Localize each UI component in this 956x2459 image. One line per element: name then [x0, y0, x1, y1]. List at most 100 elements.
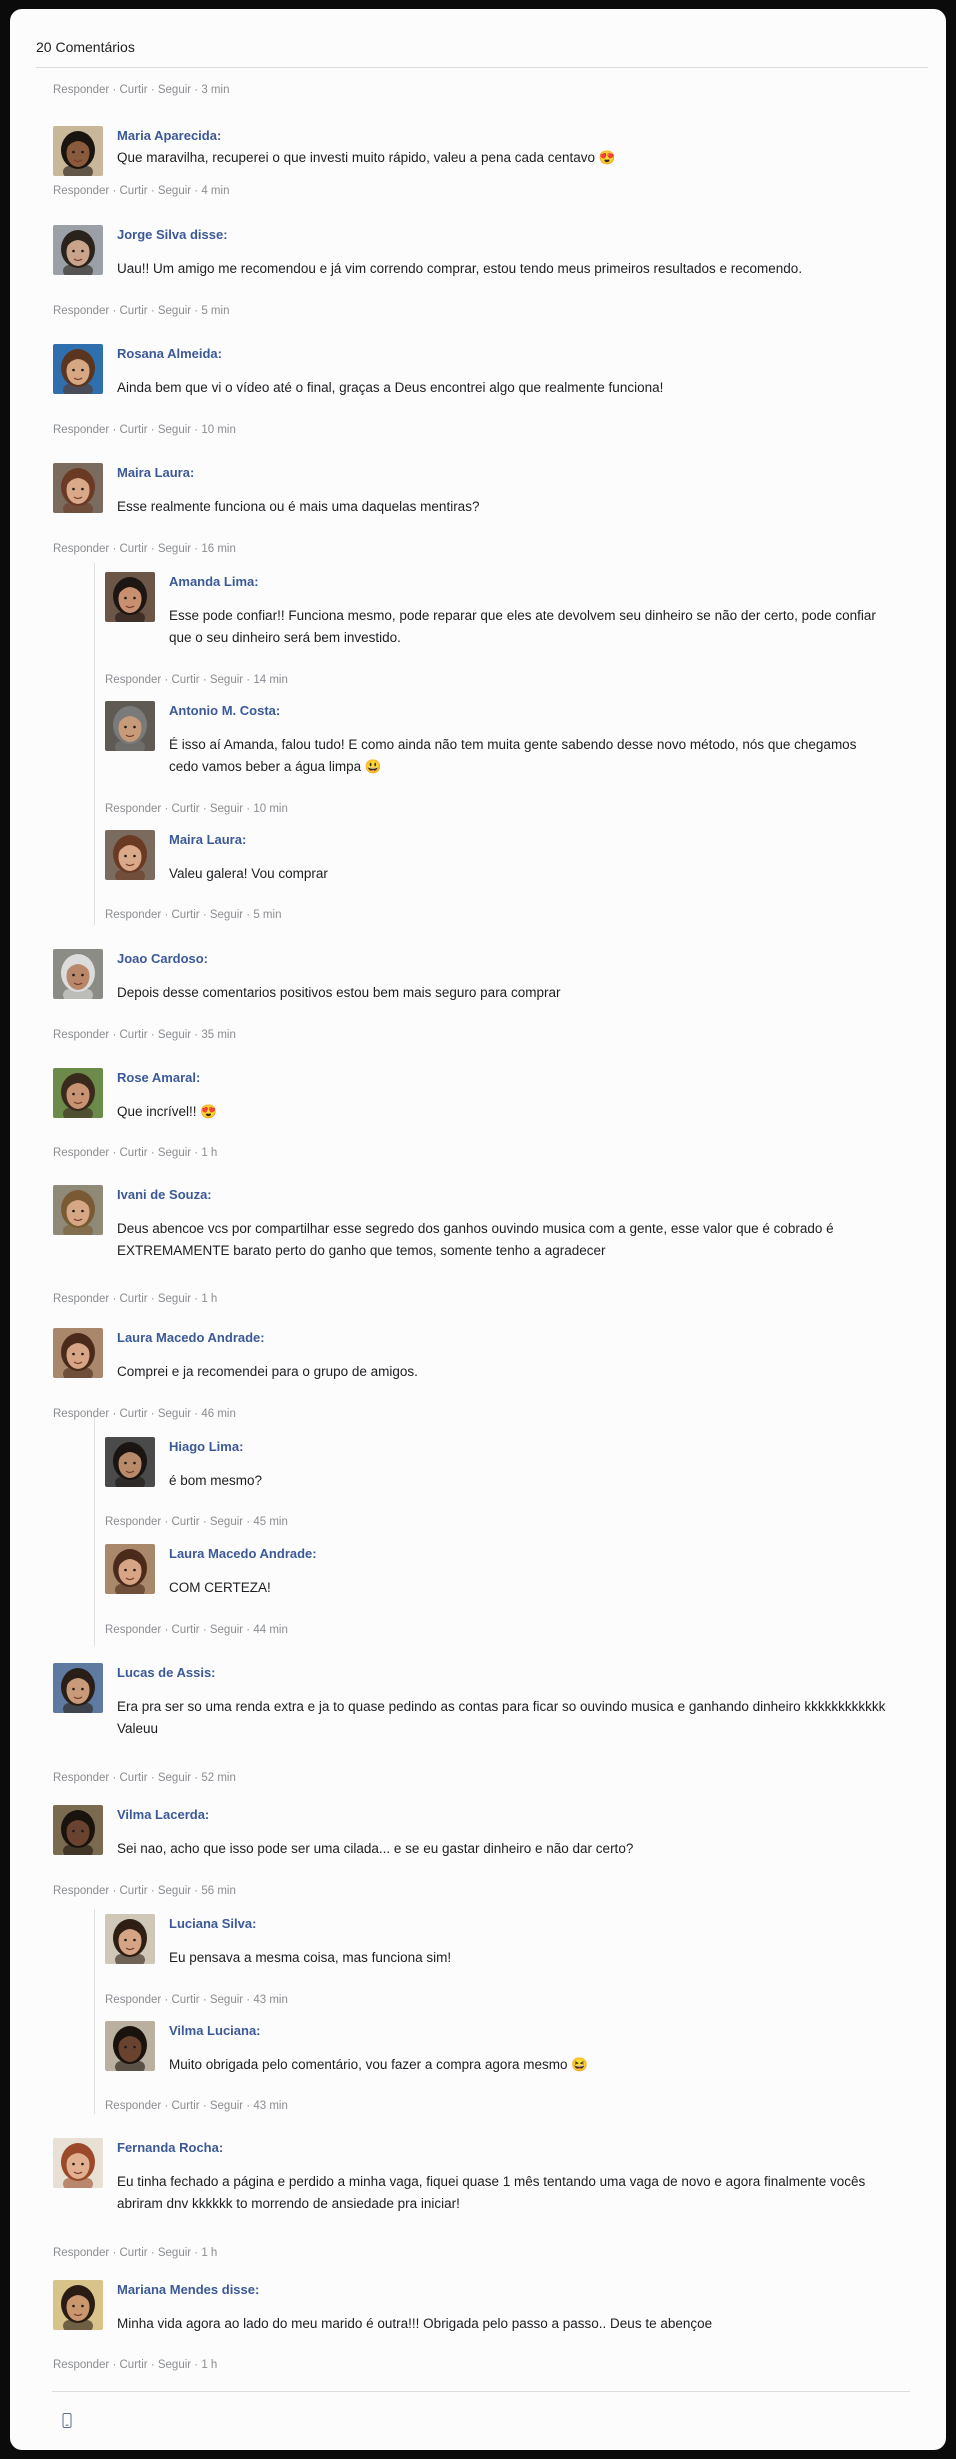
follow-link[interactable]: Seguir: [158, 2247, 191, 2259]
comment-author[interactable]: Laura Macedo Andrade:: [169, 1545, 317, 1563]
comment-author[interactable]: Luciana Silva:: [169, 1915, 256, 1933]
reply-link[interactable]: Responder: [105, 1516, 161, 1528]
comment-author[interactable]: Maria Aparecida:: [117, 127, 221, 145]
reply-link[interactable]: Responder: [105, 1994, 161, 2006]
reply-link[interactable]: Responder: [53, 1408, 109, 1420]
comment-author[interactable]: Laura Macedo Andrade:: [117, 1329, 265, 1347]
avatar[interactable]: [53, 1068, 103, 1118]
avatar[interactable]: [53, 949, 103, 999]
reply-link[interactable]: Responder: [53, 84, 109, 96]
like-link[interactable]: Curtir: [120, 543, 148, 555]
reply-link[interactable]: Responder: [105, 2100, 161, 2112]
reply-link[interactable]: Responder: [53, 1772, 109, 1784]
reply-link[interactable]: Responder: [53, 185, 109, 197]
phone-icon[interactable]: [62, 2413, 72, 2428]
reply-link[interactable]: Responder: [53, 424, 109, 436]
follow-link[interactable]: Seguir: [210, 909, 243, 921]
like-link[interactable]: Curtir: [172, 674, 200, 686]
comment-author[interactable]: Maira Laura:: [117, 464, 194, 482]
avatar[interactable]: [105, 2021, 155, 2071]
like-link[interactable]: Curtir: [172, 1624, 200, 1636]
like-link[interactable]: Curtir: [120, 305, 148, 317]
avatar[interactable]: [105, 1914, 155, 1964]
follow-link[interactable]: Seguir: [158, 424, 191, 436]
follow-link[interactable]: Seguir: [210, 1994, 243, 2006]
like-link[interactable]: Curtir: [120, 1029, 148, 1041]
comment-author[interactable]: Jorge Silva disse:: [117, 226, 228, 244]
reply-link[interactable]: Responder: [53, 1147, 109, 1159]
reply-link[interactable]: Responder: [53, 305, 109, 317]
comment-author[interactable]: Antonio M. Costa:: [169, 702, 280, 720]
like-link[interactable]: Curtir: [120, 185, 148, 197]
like-link[interactable]: Curtir: [120, 424, 148, 436]
follow-link[interactable]: Seguir: [210, 1624, 243, 1636]
reply-link[interactable]: Responder: [105, 674, 161, 686]
comment-author[interactable]: Ivani de Souza:: [117, 1186, 212, 1204]
avatar[interactable]: [53, 1328, 103, 1378]
follow-link[interactable]: Seguir: [158, 1408, 191, 1420]
follow-link[interactable]: Seguir: [158, 1293, 191, 1305]
like-link[interactable]: Curtir: [120, 1293, 148, 1305]
avatar[interactable]: [53, 344, 103, 394]
follow-link[interactable]: Seguir: [158, 1147, 191, 1159]
follow-link[interactable]: Seguir: [158, 305, 191, 317]
comment-author[interactable]: Vilma Luciana:: [169, 2022, 261, 2040]
like-link[interactable]: Curtir: [120, 1147, 148, 1159]
follow-link[interactable]: Seguir: [158, 1885, 191, 1897]
avatar[interactable]: [53, 2138, 103, 2188]
avatar[interactable]: [53, 2280, 103, 2330]
follow-link[interactable]: Seguir: [158, 84, 191, 96]
follow-link[interactable]: Seguir: [210, 803, 243, 815]
avatar[interactable]: [53, 463, 103, 513]
comment-author[interactable]: Hiago Lima:: [169, 1438, 243, 1456]
like-link[interactable]: Curtir: [120, 84, 148, 96]
like-link[interactable]: Curtir: [120, 2359, 148, 2371]
follow-link[interactable]: Seguir: [158, 1772, 191, 1784]
like-link[interactable]: Curtir: [172, 2100, 200, 2112]
like-link[interactable]: Curtir: [172, 803, 200, 815]
reply-link[interactable]: Responder: [105, 909, 161, 921]
comment-author[interactable]: Rosana Almeida:: [117, 345, 222, 363]
follow-link[interactable]: Seguir: [210, 674, 243, 686]
like-link[interactable]: Curtir: [120, 1772, 148, 1784]
comment-author[interactable]: Amanda Lima:: [169, 573, 259, 591]
reply-link[interactable]: Responder: [53, 1029, 109, 1041]
avatar[interactable]: [105, 1544, 155, 1594]
like-link[interactable]: Curtir: [120, 2247, 148, 2259]
avatar[interactable]: [53, 225, 103, 275]
follow-link[interactable]: Seguir: [210, 2100, 243, 2112]
like-link[interactable]: Curtir: [120, 1885, 148, 1897]
follow-link[interactable]: Seguir: [158, 1029, 191, 1041]
reply-link[interactable]: Responder: [53, 2247, 109, 2259]
avatar[interactable]: [105, 1437, 155, 1487]
reply-link[interactable]: Responder: [105, 1624, 161, 1636]
like-link[interactable]: Curtir: [172, 1994, 200, 2006]
avatar[interactable]: [53, 126, 103, 176]
like-link[interactable]: Curtir: [172, 909, 200, 921]
like-link[interactable]: Curtir: [120, 1408, 148, 1420]
follow-link[interactable]: Seguir: [158, 185, 191, 197]
reply-link[interactable]: Responder: [53, 543, 109, 555]
comment-author[interactable]: Fernanda Rocha:: [117, 2139, 223, 2157]
follow-link[interactable]: Seguir: [158, 2359, 191, 2371]
comment-author[interactable]: Vilma Lacerda:: [117, 1806, 209, 1824]
avatar[interactable]: [53, 1185, 103, 1235]
avatar[interactable]: [53, 1663, 103, 1713]
like-link[interactable]: Curtir: [172, 1516, 200, 1528]
reply-link[interactable]: Responder: [105, 803, 161, 815]
follow-link[interactable]: Seguir: [158, 543, 191, 555]
avatar[interactable]: [105, 830, 155, 880]
avatar[interactable]: [53, 1805, 103, 1855]
avatar[interactable]: [105, 572, 155, 622]
reply-thread-line: [94, 1416, 95, 1646]
comment-author[interactable]: Joao Cardoso:: [117, 950, 208, 968]
follow-link[interactable]: Seguir: [210, 1516, 243, 1528]
reply-link[interactable]: Responder: [53, 1293, 109, 1305]
comment-author[interactable]: Rose Amaral:: [117, 1069, 200, 1087]
avatar[interactable]: [105, 701, 155, 751]
comment-author[interactable]: Lucas de Assis:: [117, 1664, 216, 1682]
comment-author[interactable]: Mariana Mendes disse:: [117, 2281, 259, 2299]
comment-author[interactable]: Maira Laura:: [169, 831, 246, 849]
reply-link[interactable]: Responder: [53, 1885, 109, 1897]
reply-link[interactable]: Responder: [53, 2359, 109, 2371]
